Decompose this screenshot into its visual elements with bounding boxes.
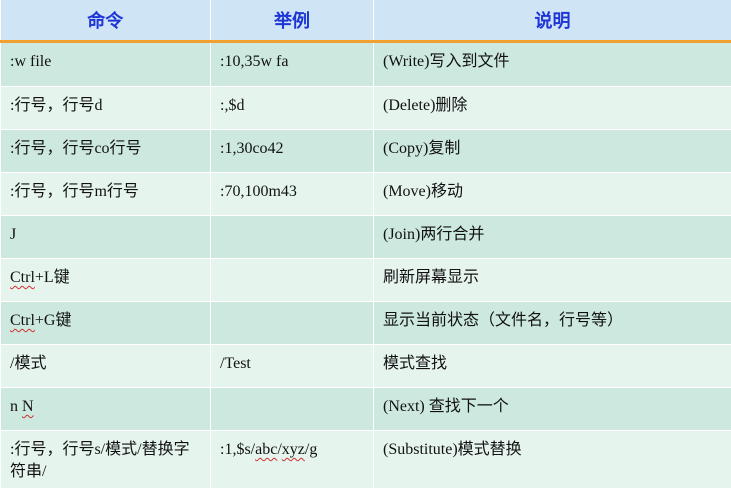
spellcheck-word: N xyxy=(22,398,34,415)
example-cell xyxy=(211,388,374,431)
description-cell: 模式查找 xyxy=(374,345,731,388)
table-row: J (Join)两行合并 xyxy=(1,216,731,259)
header-example: 举例 xyxy=(211,0,374,42)
vi-command-table: 命令 举例 说明 :w file :10,35w fa (Write)写入到文件… xyxy=(0,0,731,489)
example-cell xyxy=(211,259,374,302)
table-row: n N (Next) 查找下一个 xyxy=(1,388,731,431)
spellcheck-word: Ctrl xyxy=(10,312,35,329)
table-row: Ctrl+G键 显示当前状态（文件名，行号等） xyxy=(1,302,731,345)
table-row: :行号，行号d :,$d (Delete)删除 xyxy=(1,87,731,130)
example-cell: :70,100m43 xyxy=(211,173,374,216)
header-row: 命令 举例 说明 xyxy=(1,0,731,42)
example-cell xyxy=(211,302,374,345)
command-text: +L键 xyxy=(35,269,70,286)
description-cell: (Move)移动 xyxy=(374,173,731,216)
example-text: /g xyxy=(305,441,317,458)
command-cell: /模式 xyxy=(1,345,211,388)
description-cell: 显示当前状态（文件名，行号等） xyxy=(374,302,731,345)
spellcheck-word: xyz xyxy=(282,441,305,458)
description-cell: (Copy)复制 xyxy=(374,130,731,173)
command-cell: :行号，行号d xyxy=(1,87,211,130)
command-cell: :行号，行号m行号 xyxy=(1,173,211,216)
command-cell: :w file xyxy=(1,42,211,87)
command-cell: J xyxy=(1,216,211,259)
table-row: :行号，行号s/模式/替换字符串/ :1,$s/abc/xyz/g (Subst… xyxy=(1,431,731,489)
table-row: :行号，行号co行号 :1,30co42 (Copy)复制 xyxy=(1,130,731,173)
description-cell: 刷新屏幕显示 xyxy=(374,259,731,302)
table-row: Ctrl+L键 刷新屏幕显示 xyxy=(1,259,731,302)
table-row: :w file :10,35w fa (Write)写入到文件 xyxy=(1,42,731,87)
description-cell: (Write)写入到文件 xyxy=(374,42,731,87)
command-text: +G键 xyxy=(35,312,72,329)
command-cell: :行号，行号s/模式/替换字符串/ xyxy=(1,431,211,489)
description-cell: (Substitute)模式替换 xyxy=(374,431,731,489)
command-text: n xyxy=(10,398,22,415)
command-cell: Ctrl+L键 xyxy=(1,259,211,302)
example-cell: :10,35w fa xyxy=(211,42,374,87)
description-cell: (Next) 查找下一个 xyxy=(374,388,731,431)
example-cell: :1,30co42 xyxy=(211,130,374,173)
example-cell: :,$d xyxy=(211,87,374,130)
example-text: :1,$s/ xyxy=(220,441,255,458)
table-row: /模式 /Test 模式查找 xyxy=(1,345,731,388)
command-cell: Ctrl+G键 xyxy=(1,302,211,345)
spellcheck-word: abc xyxy=(255,441,277,458)
table-row: :行号，行号m行号 :70,100m43 (Move)移动 xyxy=(1,173,731,216)
example-cell: :1,$s/abc/xyz/g xyxy=(211,431,374,489)
header-description: 说明 xyxy=(374,0,731,42)
example-cell: /Test xyxy=(211,345,374,388)
command-cell: n N xyxy=(1,388,211,431)
spellcheck-word: Ctrl xyxy=(10,269,35,286)
description-cell: (Join)两行合并 xyxy=(374,216,731,259)
header-command: 命令 xyxy=(1,0,211,42)
description-cell: (Delete)删除 xyxy=(374,87,731,130)
example-cell xyxy=(211,216,374,259)
command-cell: :行号，行号co行号 xyxy=(1,130,211,173)
